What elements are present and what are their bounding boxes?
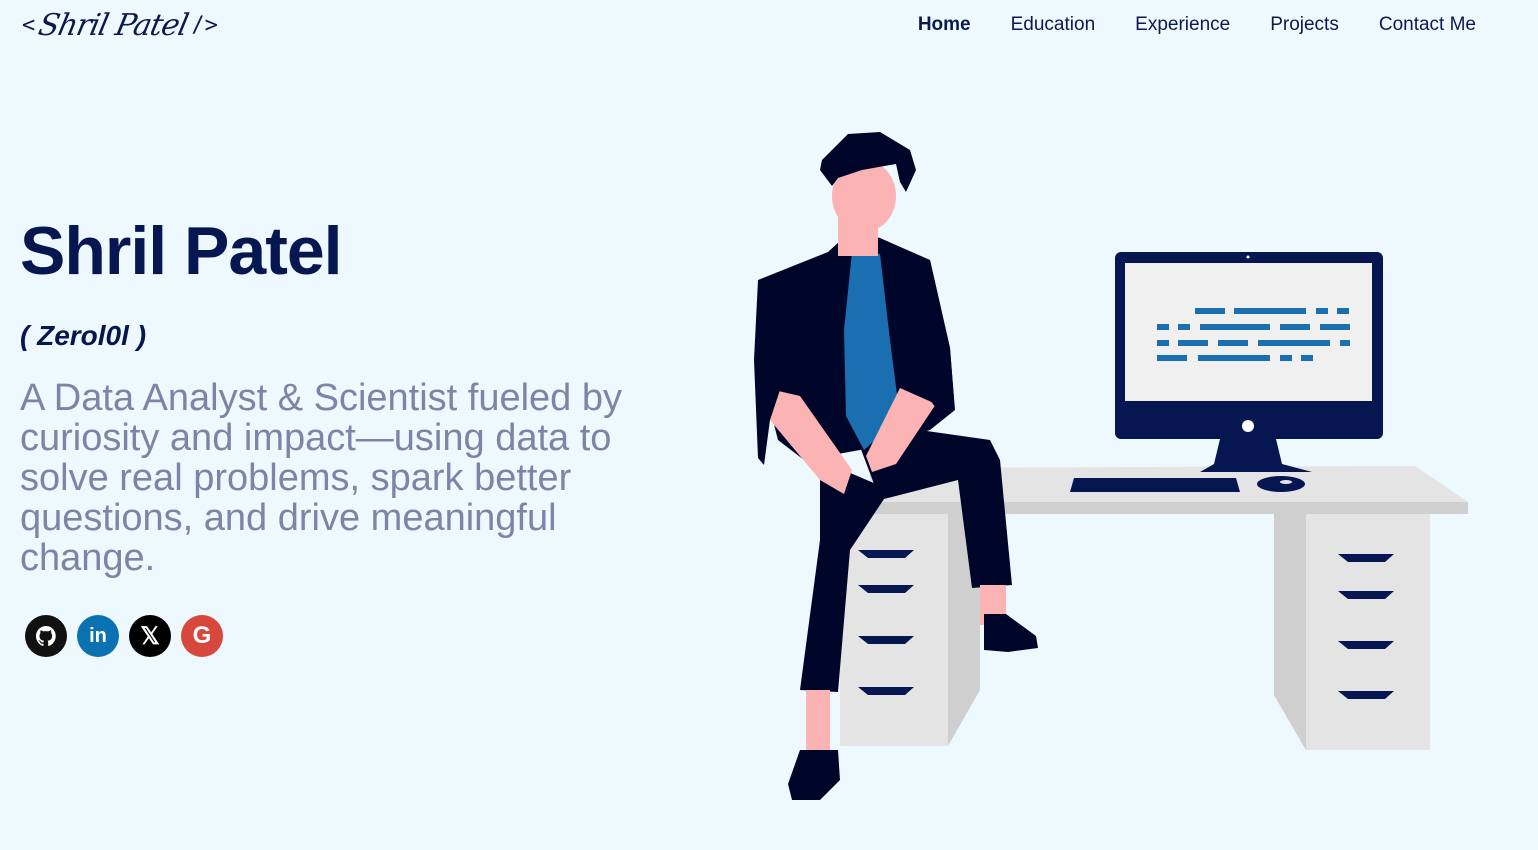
mouse [1257,476,1305,492]
hero-illustration [754,132,1468,800]
nav-contact[interactable]: Contact Me [1379,12,1476,38]
monitor [1115,252,1383,472]
nav-projects[interactable]: Projects [1270,12,1339,38]
x-icon: 𝕏 [140,622,160,650]
google-link[interactable]: G [181,615,223,657]
site-logo[interactable]: < Shril Patel /> [22,4,218,46]
logo-signature: Shril Patel [35,7,192,43]
linkedin-link[interactable]: in [77,615,119,657]
linkedin-icon: in [89,624,107,647]
hero-handle: ( Zerol0l ) [20,320,147,351]
hero-name: Shril Patel [20,213,343,289]
github-icon [36,626,56,647]
nav-experience[interactable]: Experience [1135,12,1230,38]
desk [840,466,1468,750]
keyboard [1070,478,1240,492]
hero-tagline: A Data Analyst & Scientist fueled by cur… [20,377,623,579]
main-nav: Home Education Experience Projects Conta… [918,12,1476,38]
page: < Shril Patel /> Home Education Experien… [0,0,1538,850]
nav-education[interactable]: Education [1011,12,1096,38]
logo-open-bracket: < [22,12,36,38]
logo-close-bracket: /> [191,12,218,38]
google-icon: G [192,622,212,649]
social-links: in 𝕏 G [25,615,223,657]
x-link[interactable]: 𝕏 [129,615,171,657]
github-link[interactable] [25,615,67,657]
nav-home[interactable]: Home [918,12,971,38]
